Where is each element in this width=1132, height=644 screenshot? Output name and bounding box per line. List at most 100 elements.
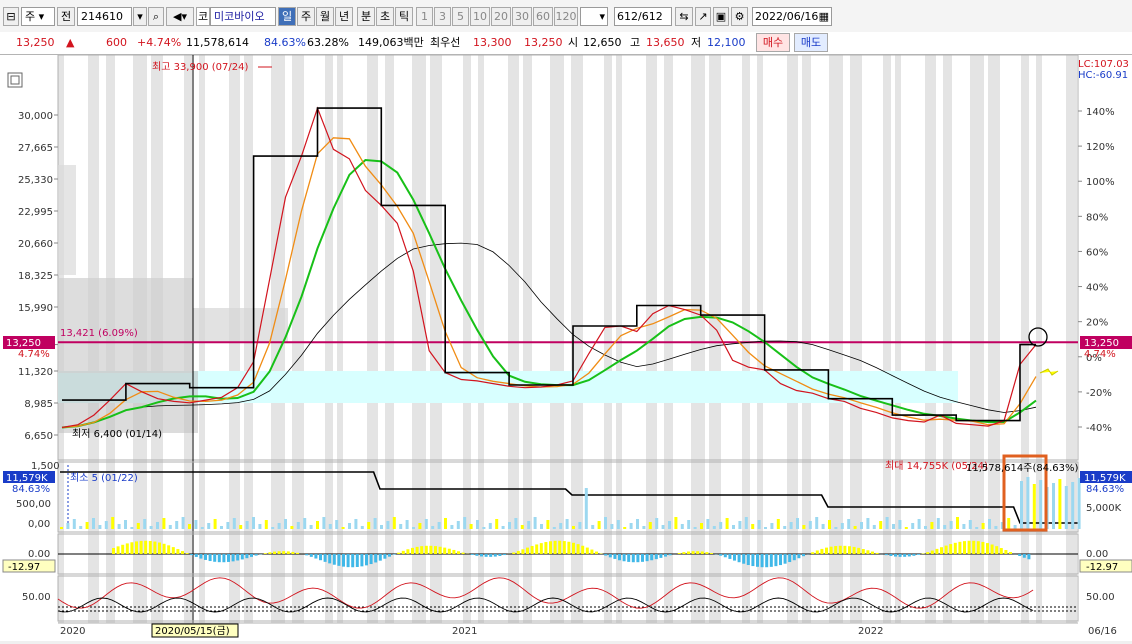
oscillator-bar <box>774 554 777 566</box>
interval-30-button[interactable]: 30 <box>512 7 532 26</box>
oscillator-bar <box>788 554 791 562</box>
quote-volume: 11,578,614 <box>186 35 249 50</box>
buy-button[interactable]: 매수 <box>756 33 790 52</box>
pct-axis-right: 140%120%100%80%60%40%20%0%-20%-40% <box>1078 107 1115 434</box>
oscillator-bar <box>687 551 690 554</box>
period-year-button[interactable]: 년 <box>335 7 353 26</box>
volume-bar <box>930 522 933 529</box>
volume-bar <box>1020 481 1023 529</box>
volume-bar <box>962 524 965 529</box>
oscillator-bar <box>452 550 455 554</box>
oscillator-bar <box>245 554 248 558</box>
interval-10-button[interactable]: 10 <box>470 7 490 26</box>
oscillator-bar <box>319 554 322 560</box>
stock-code-input[interactable]: 214610 <box>77 7 132 26</box>
oscillator-bar <box>935 549 938 554</box>
volume-bar <box>290 526 293 529</box>
gear-icon[interactable]: ⚙ <box>731 7 748 26</box>
volume-bar <box>482 527 485 529</box>
period-second-button[interactable]: 초 <box>376 7 394 26</box>
oscillator-bar <box>1027 554 1030 559</box>
sell-button[interactable]: 매도 <box>794 33 828 52</box>
save-icon[interactable]: ▣ <box>713 7 729 26</box>
oscillator-bar <box>475 554 478 556</box>
oscillator-bar <box>462 553 465 554</box>
quote-volume-ratio: 84.63% <box>264 35 306 50</box>
volume-bar <box>879 521 882 529</box>
sound-icon[interactable]: ◀▾ <box>166 7 194 26</box>
oscillator-bar <box>609 554 612 557</box>
volume-bar <box>706 519 709 529</box>
oscillator-bar <box>802 554 805 556</box>
oscillator-bar <box>360 554 363 566</box>
custom-interval-select[interactable]: ▾ <box>580 7 608 26</box>
volume-bar <box>444 518 447 529</box>
interval-1-button[interactable]: 1 <box>416 7 433 26</box>
interval-120-button[interactable]: 120 <box>554 7 578 26</box>
line-chart-icon[interactable]: ↗ <box>695 7 711 26</box>
oscillator-bar <box>416 547 419 554</box>
price-tick-label: 11,320 <box>18 367 53 378</box>
volume-bar <box>866 518 869 529</box>
volume-bar <box>783 526 786 529</box>
layout-icon[interactable]: ⊟ <box>3 7 19 26</box>
oscillator-bar <box>383 554 386 559</box>
volume-bar <box>316 521 319 529</box>
oscillator-tick-right: 0.00 <box>1086 549 1108 560</box>
volume-bar <box>438 522 441 529</box>
chevron-down-icon[interactable]: ▾ <box>133 7 147 26</box>
oscillator-bar <box>834 546 837 554</box>
volume-bar <box>642 526 645 529</box>
period-minute-button[interactable]: 분 <box>357 7 375 26</box>
oscillator-bar <box>701 551 704 554</box>
interval-3-button[interactable]: 3 <box>434 7 451 26</box>
count-input[interactable]: 612/612 <box>614 7 672 26</box>
stock-name: 미코바이오 <box>210 7 276 26</box>
oscillator-bar <box>885 554 888 555</box>
volume-bar <box>815 517 818 529</box>
interval-20-button[interactable]: 20 <box>491 7 511 26</box>
period-week-button[interactable]: 주 <box>297 7 315 26</box>
oscillator-bar <box>347 554 350 567</box>
pct-tick-label: -20% <box>1086 388 1112 399</box>
volume-bar <box>726 518 729 529</box>
background-band <box>925 55 936 623</box>
quote-best-label: 최우선 <box>430 35 460 50</box>
current-pct-left: 4.74% <box>18 349 50 360</box>
oscillator-bar <box>981 542 984 554</box>
volume-bar <box>521 525 524 529</box>
pct-tick-label: 100% <box>1086 177 1115 188</box>
price-chart-svg[interactable]: 30,00027,66525,33022,99520,66018,32515,9… <box>0 55 1132 641</box>
volume-bar <box>674 517 677 529</box>
interval-5-button[interactable]: 5 <box>452 7 469 26</box>
volume-bar <box>924 526 927 529</box>
period-day-button[interactable]: 일 <box>278 7 296 26</box>
volume-bar <box>118 524 121 529</box>
date-input[interactable]: 2022/06/16▦ <box>752 7 832 26</box>
volume-bar <box>1058 479 1061 529</box>
volume-bar <box>431 526 434 529</box>
oscillator-bar <box>540 543 543 554</box>
volume-bar <box>418 523 421 529</box>
calendar-icon[interactable]: ▦ <box>819 8 829 25</box>
oscillator-bar <box>945 546 948 554</box>
period-month-button[interactable]: 월 <box>316 7 334 26</box>
oscillator-bar <box>199 554 202 559</box>
oscillator-bar <box>751 554 754 566</box>
oscillator-bar <box>853 547 856 554</box>
search-icon[interactable]: ⌕ <box>148 7 164 26</box>
period-tick-button[interactable]: 틱 <box>395 7 413 26</box>
interval-60-button[interactable]: 60 <box>533 7 553 26</box>
oscillator-bar <box>397 553 400 554</box>
link-icon[interactable]: ⇆ <box>675 7 693 26</box>
market-select[interactable]: 주 ▾ <box>21 7 55 26</box>
price-tick-label: 15,990 <box>18 303 53 314</box>
market-select-value: 주 <box>25 10 35 23</box>
chart-area[interactable]: 30,00027,66525,33022,99520,66018,32515,9… <box>0 55 1132 641</box>
oscillator-bar <box>618 554 621 560</box>
prev-button[interactable]: 전 <box>57 7 75 26</box>
oscillator-bar <box>857 548 860 554</box>
chart-settings-icon[interactable] <box>8 73 22 87</box>
oscillator-bar <box>1004 550 1007 554</box>
oscillator-bar <box>135 541 138 554</box>
